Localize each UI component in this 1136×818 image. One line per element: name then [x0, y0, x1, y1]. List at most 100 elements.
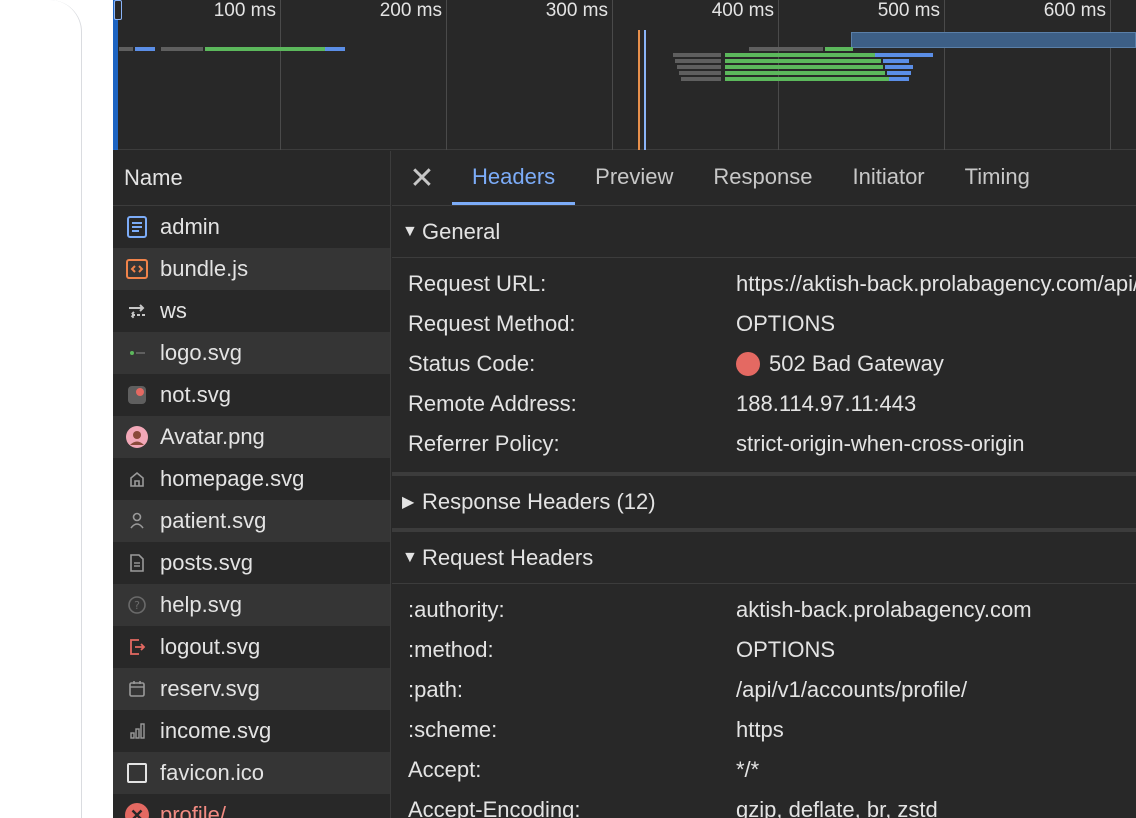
person-icon: [124, 508, 150, 534]
request-row[interactable]: not.svg: [113, 374, 390, 416]
request-row[interactable]: ws: [113, 290, 390, 332]
request-row[interactable]: ? help.svg: [113, 584, 390, 626]
help-icon: ?: [124, 592, 150, 618]
header-value[interactable]: /api/v1/accounts/profile/: [736, 677, 967, 703]
load-marker: [644, 30, 646, 150]
header-row: Remote Address: 188.114.97.11:443: [392, 384, 1136, 424]
header-row: Request URL: https://aktish-back.prolaba…: [392, 264, 1136, 304]
request-row[interactable]: income.svg: [113, 710, 390, 752]
tick-label: 100 ms: [213, 0, 276, 21]
request-row[interactable]: reserv.svg: [113, 668, 390, 710]
request-name: admin: [160, 214, 220, 239]
header-row: Accept: */*: [392, 750, 1136, 790]
page-content-edge: [0, 0, 82, 818]
request-rows: admin bundle.js ws logo.svg not.svg Avat…: [113, 206, 390, 818]
network-overview[interactable]: 100 ms 200 ms 300 ms 400 ms 500 ms 600 m…: [113, 0, 1136, 150]
overview-bar: [825, 47, 853, 51]
document-icon: [124, 214, 150, 240]
tick-label: 200 ms: [379, 0, 442, 21]
header-value[interactable]: OPTIONS: [736, 637, 835, 663]
overview-bar: [883, 59, 909, 63]
overview-selected-range: [851, 32, 1136, 48]
tick-label: 400 ms: [711, 0, 774, 21]
calendar-icon: [124, 676, 150, 702]
request-name: posts.svg: [160, 550, 253, 575]
section-title: General: [422, 218, 501, 244]
home-icon: [124, 466, 150, 492]
request-row[interactable]: logo.svg: [113, 332, 390, 374]
header-key: Accept-Encoding:: [408, 797, 581, 818]
header-row: :scheme: https: [392, 710, 1136, 750]
tab-initiator[interactable]: Initiator: [832, 151, 944, 205]
header-key: :method:: [408, 637, 494, 662]
overview-drag-handle[interactable]: [114, 0, 122, 20]
status-value[interactable]: 502 Bad Gateway: [736, 351, 944, 377]
request-row[interactable]: favicon.ico: [113, 752, 390, 794]
page-gap: [83, 0, 113, 818]
tab-timing[interactable]: Timing: [945, 151, 1050, 205]
logout-icon: [124, 634, 150, 660]
header-value[interactable]: */*: [736, 757, 759, 783]
header-value[interactable]: strict-origin-when-cross-origin: [736, 431, 1025, 457]
avatar-image-icon: [124, 424, 150, 450]
request-name: help.svg: [160, 592, 242, 617]
grid-line: [280, 0, 281, 150]
header-value[interactable]: gzip, deflate, br, zstd: [736, 797, 938, 818]
tab-headers[interactable]: Headers: [452, 151, 576, 205]
overview-bar: [725, 53, 875, 57]
header-key: Accept:: [408, 757, 482, 782]
header-row: Status Code: 502 Bad Gateway: [392, 344, 1136, 384]
header-value[interactable]: aktish-back.prolabagency.com: [736, 597, 1032, 623]
overview-bar: [887, 71, 911, 75]
general-section-header[interactable]: ▼ General: [392, 206, 1136, 258]
request-row[interactable]: bundle.js: [113, 248, 390, 290]
overview-bar: [885, 65, 913, 69]
file-icon: [124, 550, 150, 576]
header-value[interactable]: https://aktish-back.prolabagency.com/api…: [736, 271, 1136, 297]
header-key: :path:: [408, 677, 464, 702]
request-row[interactable]: Avatar.png: [113, 416, 390, 458]
request-row[interactable]: logout.svg: [113, 626, 390, 668]
request-row[interactable]: posts.svg: [113, 542, 390, 584]
overview-bar: [673, 53, 721, 57]
request-row[interactable]: patient.svg: [113, 500, 390, 542]
header-value[interactable]: 188.114.97.11:443: [736, 391, 916, 417]
request-row[interactable]: homepage.svg: [113, 458, 390, 500]
section-title: Response Headers (12): [422, 489, 656, 514]
name-column-label: Name: [124, 165, 183, 190]
overview-bar: [681, 77, 721, 81]
request-name: ws: [160, 298, 187, 323]
request-row[interactable]: admin: [113, 206, 390, 248]
header-key: Request URL:: [408, 271, 547, 296]
tab-preview[interactable]: Preview: [575, 151, 693, 205]
header-key: Referrer Policy:: [408, 431, 560, 456]
tab-response[interactable]: Response: [693, 151, 832, 205]
grid-line: [944, 0, 945, 150]
header-key: Remote Address:: [408, 391, 577, 416]
request-headers-section-header[interactable]: ▼ Request Headers: [392, 532, 1136, 584]
close-icon[interactable]: ✕: [392, 151, 452, 205]
request-row-error[interactable]: profile/: [113, 794, 390, 818]
response-headers-section-header[interactable]: ▶ Response Headers (12): [392, 476, 1136, 532]
error-icon: [124, 802, 150, 818]
overview-bar: [677, 65, 721, 69]
request-name: profile/: [160, 802, 227, 818]
overview-bar: [161, 47, 203, 51]
header-value[interactable]: OPTIONS: [736, 311, 835, 337]
request-list: Name admin bundle.js ws logo.svg not.svg…: [113, 151, 391, 818]
triangle-down-icon: ▼: [402, 548, 418, 566]
name-column-header[interactable]: Name: [113, 151, 390, 206]
header-value[interactable]: https: [736, 717, 784, 743]
detail-tabs: ✕ Headers Preview Response Initiator Tim…: [392, 151, 1136, 206]
header-row: Request Method: OPTIONS: [392, 304, 1136, 344]
request-name: bundle.js: [160, 256, 249, 281]
request-name: not.svg: [160, 382, 231, 407]
general-section-body: Request URL: https://aktish-back.prolaba…: [392, 258, 1136, 476]
section-title: Request Headers: [422, 544, 594, 570]
header-row: :authority: aktish-back.prolabagency.com: [392, 590, 1136, 630]
svg-text:?: ?: [134, 599, 140, 612]
request-name: Avatar.png: [160, 424, 265, 449]
request-headers-section-body: :authority: aktish-back.prolabagency.com…: [392, 584, 1136, 818]
devtools-panel: 100 ms 200 ms 300 ms 400 ms 500 ms 600 m…: [113, 0, 1136, 818]
square-icon: [124, 760, 150, 786]
